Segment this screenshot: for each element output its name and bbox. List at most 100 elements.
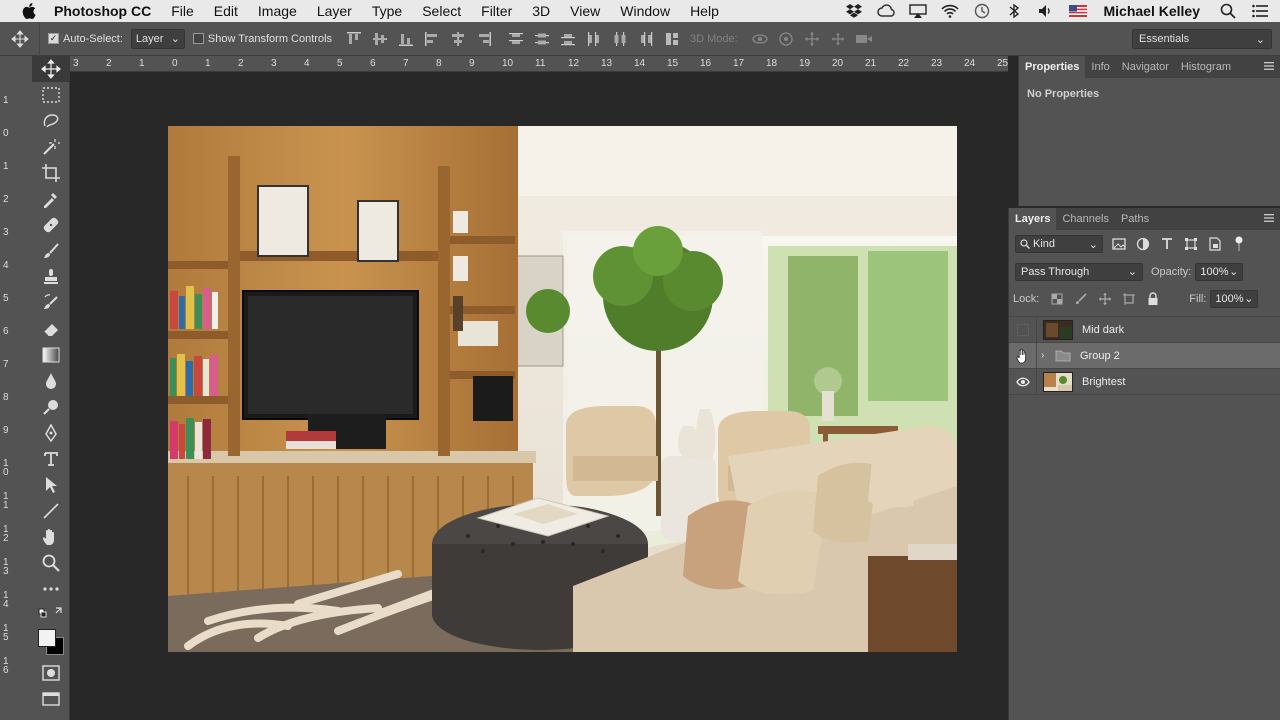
align-bottom-icon[interactable] (396, 29, 416, 49)
blend-mode-dropdown[interactable]: Pass Through ⌄ (1015, 262, 1143, 281)
align-left-icon[interactable] (422, 29, 442, 49)
tab-paths[interactable]: Paths (1115, 208, 1155, 230)
panel-menu-icon[interactable] (1264, 213, 1274, 225)
more-tools[interactable] (32, 576, 70, 602)
lock-position-icon[interactable] (1097, 291, 1113, 307)
layer-row-mid-dark[interactable]: Mid dark (1009, 316, 1280, 343)
move-tool[interactable] (32, 56, 70, 82)
tab-properties[interactable]: Properties (1019, 56, 1086, 78)
align-vcenter-icon[interactable] (370, 29, 390, 49)
lock-all-icon[interactable] (1145, 291, 1161, 307)
align-hcenter-icon[interactable] (448, 29, 468, 49)
distribute-top-icon[interactable] (506, 29, 526, 49)
foreground-color-swatch[interactable] (38, 629, 56, 647)
menu-edit[interactable]: Edit (214, 3, 238, 19)
menu-filter[interactable]: Filter (481, 3, 512, 19)
brush-tool[interactable] (32, 238, 70, 264)
layer-row-group-2[interactable]: › Group 2 (1009, 342, 1280, 369)
lasso-tool[interactable] (32, 108, 70, 134)
swap-colors[interactable] (32, 602, 70, 624)
eyedropper-tool[interactable] (32, 186, 70, 212)
filter-toggle-icon[interactable] (1231, 236, 1247, 252)
3d-orbit-icon[interactable] (750, 29, 770, 49)
canvas-area[interactable] (70, 72, 1008, 720)
airplay-icon[interactable] (908, 3, 928, 19)
visibility-toggle-mid-dark[interactable] (1009, 316, 1037, 343)
visibility-toggle-group-2[interactable] (1009, 342, 1037, 369)
3d-pan-icon[interactable] (802, 29, 822, 49)
transform-controls-checkbox[interactable] (192, 33, 204, 44)
path-selection-tool[interactable] (32, 472, 70, 498)
transform-controls-option[interactable]: Show Transform Controls (192, 33, 332, 45)
bluetooth-icon[interactable] (1004, 3, 1024, 19)
auto-select-checkbox[interactable]: ✓ (48, 33, 59, 44)
creative-cloud-icon[interactable] (876, 3, 896, 19)
workspace-switcher[interactable]: Essentials ⌄ (1132, 29, 1272, 49)
tab-layers[interactable]: Layers (1009, 208, 1057, 230)
distribute-hcenter-icon[interactable] (610, 29, 630, 49)
volume-icon[interactable] (1036, 3, 1056, 19)
filter-pixel-icon[interactable] (1111, 236, 1127, 252)
wifi-icon[interactable] (940, 3, 960, 19)
tab-navigator[interactable]: Navigator (1116, 56, 1175, 78)
quick-mask-button[interactable] (32, 660, 70, 686)
spotlight-search-icon[interactable] (1218, 3, 1238, 19)
gradient-tool[interactable] (32, 342, 70, 368)
hand-tool[interactable] (32, 524, 70, 550)
distribute-vcenter-icon[interactable] (532, 29, 552, 49)
tab-info[interactable]: Info (1085, 56, 1115, 78)
filter-smart-object-icon[interactable] (1207, 236, 1223, 252)
apple-icon[interactable] (20, 2, 38, 20)
visibility-toggle-brightest[interactable] (1009, 368, 1037, 395)
3d-roll-icon[interactable] (776, 29, 796, 49)
menu-view[interactable]: View (570, 3, 600, 19)
history-brush-tool[interactable] (32, 290, 70, 316)
menu-select[interactable]: Select (422, 3, 461, 19)
lock-transparent-pixels-icon[interactable] (1049, 291, 1065, 307)
filter-type-icon[interactable] (1159, 236, 1175, 252)
menu-layer[interactable]: Layer (317, 3, 352, 19)
tab-channels[interactable]: Channels (1056, 208, 1114, 230)
auto-select-option[interactable]: ✓ Auto-Select: (48, 33, 123, 45)
layer-row-brightest[interactable]: Brightest (1009, 368, 1280, 395)
layer-name-mid-dark[interactable]: Mid dark (1082, 324, 1124, 336)
zoom-tool[interactable] (32, 550, 70, 576)
filter-kind-dropdown[interactable]: Kind ⌄ (1015, 235, 1103, 253)
time-machine-icon[interactable] (972, 3, 992, 19)
menu-type[interactable]: Type (372, 3, 402, 19)
lock-image-pixels-icon[interactable] (1073, 291, 1089, 307)
group-expand-chevron-icon[interactable]: › (1041, 350, 1051, 361)
auto-align-icon[interactable] (662, 29, 682, 49)
user-name[interactable]: Michael Kelley (1104, 3, 1201, 19)
lock-artboard-icon[interactable] (1121, 291, 1137, 307)
panel-menu-icon[interactable] (1264, 61, 1274, 73)
document-image[interactable] (168, 126, 957, 652)
filter-adjustment-icon[interactable] (1135, 236, 1151, 252)
type-tool[interactable] (32, 446, 70, 472)
menu-image[interactable]: Image (258, 3, 297, 19)
opacity-field[interactable]: 100% ⌄ (1195, 262, 1244, 281)
marquee-tool[interactable] (32, 82, 70, 108)
us-flag-icon[interactable] (1068, 3, 1088, 19)
menu-file[interactable]: File (171, 3, 194, 19)
menu-3d[interactable]: 3D (532, 3, 550, 19)
3d-slide-icon[interactable] (828, 29, 848, 49)
menu-window[interactable]: Window (620, 3, 670, 19)
distribute-bottom-icon[interactable] (558, 29, 578, 49)
blur-tool[interactable] (32, 368, 70, 394)
line-tool[interactable] (32, 498, 70, 524)
dodge-tool[interactable] (32, 394, 70, 420)
3d-camera-icon[interactable] (854, 29, 874, 49)
layer-name-brightest[interactable]: Brightest (1082, 376, 1125, 388)
fill-field[interactable]: 100% ⌄ (1210, 289, 1259, 308)
tab-histogram[interactable]: Histogram (1175, 56, 1237, 78)
layer-name-group-2[interactable]: Group 2 (1080, 350, 1120, 362)
pen-tool[interactable] (32, 420, 70, 446)
menu-app-name[interactable]: Photoshop CC (54, 3, 151, 19)
color-swatches[interactable] (32, 624, 70, 660)
magic-wand-tool[interactable] (32, 134, 70, 160)
align-top-icon[interactable] (344, 29, 364, 49)
screen-mode-button[interactable] (32, 686, 70, 712)
tool-preset-picker[interactable] (0, 21, 40, 56)
healing-brush-tool[interactable] (32, 212, 70, 238)
